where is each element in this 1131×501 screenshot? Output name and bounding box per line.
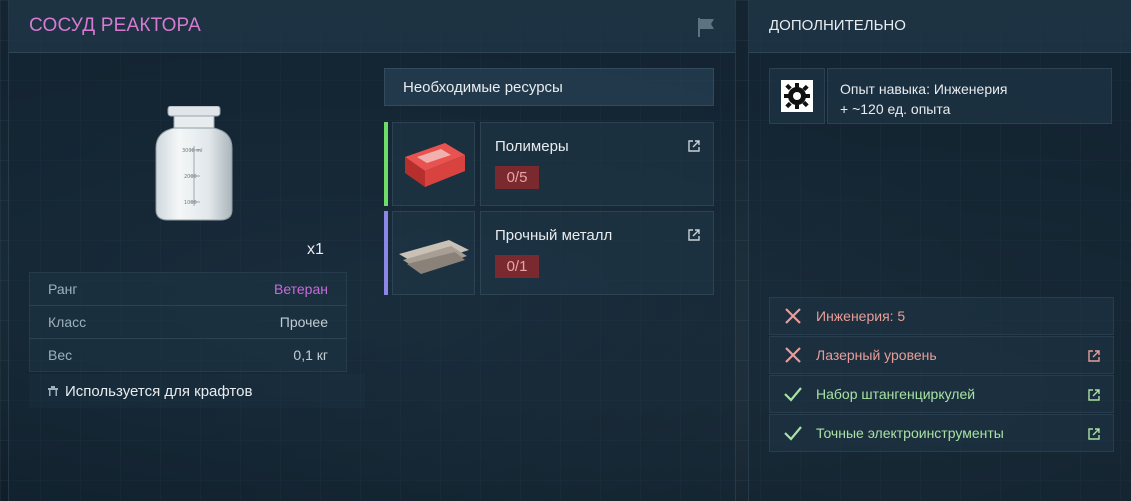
jar-mark-3000: 3000 ml xyxy=(182,148,203,154)
external-link-icon[interactable] xyxy=(1087,388,1101,402)
workbench-icon xyxy=(48,386,58,396)
resource-count: 0/5 xyxy=(495,166,539,189)
resources-header: Необходимые ресурсы xyxy=(384,68,714,106)
resource-name: Прочный металл xyxy=(495,227,613,244)
resource-bar xyxy=(384,211,388,295)
resource-row-durable-metal[interactable]: Прочный металл 0/1 xyxy=(384,211,714,295)
used-for-crafting: Используется для крафтов xyxy=(29,374,365,408)
resource-info: Полимеры 0/5 xyxy=(480,122,714,206)
item-panel: СОСУД РЕАКТОРА 3000 ml 2000 1000 x1 Ранг… xyxy=(8,0,736,501)
requirements-list: Инженерия: 5 Лазерный уровень Набор штан… xyxy=(769,297,1114,453)
external-link-icon[interactable] xyxy=(1087,427,1101,441)
requirement-label: Лазерный уровень xyxy=(816,347,937,363)
gear-icon xyxy=(781,80,813,112)
stat-label: Вес xyxy=(48,347,73,363)
stat-value: 0,1 кг xyxy=(293,347,328,363)
jar-mark-2000: 2000 xyxy=(184,174,197,180)
external-link-icon[interactable] xyxy=(1087,349,1101,363)
polymers-image xyxy=(392,122,475,206)
stat-row-class: Класс Прочее xyxy=(29,305,347,339)
requirement-label: Точные электроинструменты xyxy=(816,425,1004,441)
item-quantity: x1 xyxy=(307,241,324,258)
requirement-label: Набор штангенциркулей xyxy=(816,386,976,402)
requirement-row[interactable]: Набор штангенциркулей xyxy=(769,375,1114,413)
durable-metal-image xyxy=(392,211,475,295)
check-icon xyxy=(784,426,802,441)
stat-value: Прочее xyxy=(279,314,328,330)
stat-row-rank: Ранг Ветеран xyxy=(29,272,347,306)
jar-mark-1000: 1000 xyxy=(184,200,197,206)
flag-icon[interactable] xyxy=(695,16,717,38)
additional-panel: ДОПОЛНИТЕЛЬНО Опыт навыка: Инженерия + ~… xyxy=(748,0,1131,501)
additional-panel-header: ДОПОЛНИТЕЛЬНО xyxy=(749,0,1131,53)
additional-title: ДОПОЛНИТЕЛЬНО xyxy=(769,17,906,34)
resource-row-polymers[interactable]: Полимеры 0/5 xyxy=(384,122,714,206)
external-link-icon[interactable] xyxy=(687,139,701,153)
crafts-label: Используется для крафтов xyxy=(65,382,253,400)
cross-icon xyxy=(785,347,801,363)
requirement-row: Инженерия: 5 xyxy=(769,297,1114,335)
skill-xp-name: Опыт навыка: Инженерия xyxy=(840,81,1008,97)
skill-xp-info: Опыт навыка: Инженерия + ~120 ед. опыта xyxy=(827,68,1112,124)
check-icon xyxy=(784,387,802,402)
skill-xp-amount: + ~120 ед. опыта xyxy=(840,101,951,117)
resource-bar xyxy=(384,122,388,206)
resource-count: 0/1 xyxy=(495,255,539,278)
item-title: СОСУД РЕАКТОРА xyxy=(29,15,202,36)
stat-label: Класс xyxy=(48,314,87,330)
requirement-label: Инженерия: 5 xyxy=(816,308,906,324)
item-stats: Ранг Ветеран Класс Прочее Вес 0,1 кг xyxy=(29,272,347,372)
item-panel-header: СОСУД РЕАКТОРА xyxy=(9,0,735,53)
requirement-row[interactable]: Точные электроинструменты xyxy=(769,414,1114,452)
stat-value: Ветеран xyxy=(273,281,328,297)
requirement-row[interactable]: Лазерный уровень xyxy=(769,336,1114,374)
stat-label: Ранг xyxy=(48,281,78,297)
stat-row-weight: Вес 0,1 кг xyxy=(29,338,347,372)
skill-xp-box: Опыт навыка: Инженерия + ~120 ед. опыта xyxy=(769,68,1112,124)
reactor-vessel-image: 3000 ml 2000 1000 xyxy=(155,106,233,221)
skill-icon-box xyxy=(769,68,825,124)
external-link-icon[interactable] xyxy=(687,228,701,242)
resource-name: Полимеры xyxy=(495,138,569,155)
resource-info: Прочный металл 0/1 xyxy=(480,211,714,295)
cross-icon xyxy=(785,308,801,324)
